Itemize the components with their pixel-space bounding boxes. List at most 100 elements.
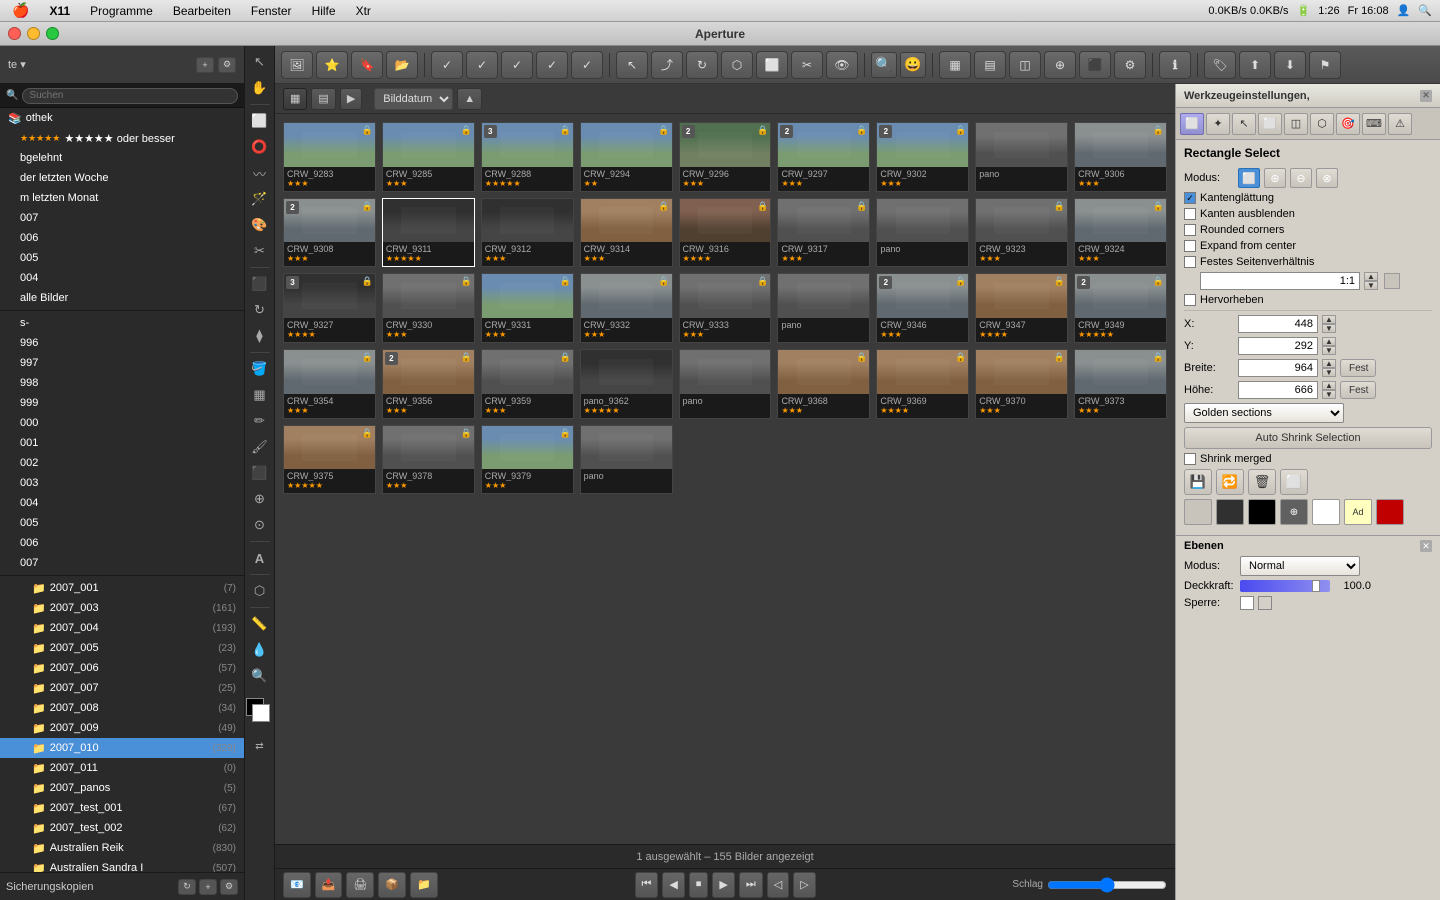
swatch-2[interactable] <box>1216 499 1244 525</box>
tool-path[interactable]: ⬡ <box>248 579 272 603</box>
sort-direction-button[interactable]: ▲ <box>457 88 482 110</box>
sidebar-item-999[interactable]: 999 <box>0 393 244 413</box>
breite-spin-down[interactable]: ▼ <box>1322 368 1336 377</box>
sidebar-item-alle-bilder[interactable]: alle Bilder <box>0 288 244 308</box>
tool-measure[interactable]: 📏 <box>248 612 272 636</box>
x11-menu[interactable]: X11 <box>45 4 74 18</box>
tool-opt-btn-8[interactable]: ⌨ <box>1362 113 1386 135</box>
hoehe-fest-button[interactable]: Fest <box>1340 381 1376 399</box>
tool-eraser[interactable]: ⬛ <box>248 461 272 485</box>
maximize-button[interactable] <box>46 27 59 40</box>
layers-close-button[interactable]: ✕ <box>1420 540 1432 552</box>
shrink-merged-checkbox[interactable] <box>1184 453 1196 465</box>
tool-opt-btn-7[interactable]: 🎯 <box>1336 113 1360 135</box>
layers-mode-select[interactable]: Normal <box>1240 556 1360 576</box>
ap-btn-11[interactable]: ⤴ <box>651 51 683 79</box>
view-grid-button[interactable]: ▦ <box>283 88 307 110</box>
sidebar-item-2007-panos[interactable]: 📁 2007_panos (5) <box>0 778 244 798</box>
photo-cell[interactable]: 2🔒CRW_9296★★★ <box>679 122 772 192</box>
photo-cell[interactable]: 🔒CRW_9317★★★ <box>777 198 870 268</box>
photo-cell[interactable]: pano <box>679 349 772 419</box>
sidebar-item-007[interactable]: 007 <box>0 208 244 228</box>
playback-fwd-button[interactable]: ▶ <box>712 872 734 898</box>
sidebar-item-996[interactable]: 996 <box>0 333 244 353</box>
ratio-extra-btn[interactable] <box>1384 273 1400 289</box>
sidebar-item-2007-003[interactable]: 📁 2007_003 (161) <box>0 598 244 618</box>
tool-heal[interactable]: ⊕ <box>248 487 272 511</box>
photo-cell[interactable]: 🔒CRW_9331★★★ <box>481 273 574 343</box>
schlage-slider[interactable] <box>1047 877 1167 893</box>
sidebar-item-library[interactable]: 📚 othek <box>0 108 244 128</box>
sidebar-item-005b[interactable]: 005 <box>0 513 244 533</box>
ap-btn-compare[interactable]: ◫ <box>1009 51 1041 79</box>
tool-select-scissors[interactable]: ✂ <box>248 239 272 263</box>
photo-cell[interactable]: 🔒CRW_9379★★★ <box>481 425 574 495</box>
ap-btn-8[interactable]: ✓ <box>536 51 568 79</box>
hervorheben-checkbox[interactable] <box>1184 294 1196 306</box>
ap-btn-keyword[interactable]: 🏷 <box>1204 51 1236 79</box>
view-list-button[interactable]: ▤ <box>311 88 335 110</box>
lock-cb-2[interactable] <box>1258 596 1272 610</box>
mode-replace-button[interactable]: ⬜ <box>1238 168 1260 188</box>
swatch-1[interactable] <box>1184 499 1212 525</box>
playback-back-button[interactable]: ◀ <box>662 872 684 898</box>
action-btn-3[interactable]: 🗑 <box>1248 469 1276 495</box>
playback-back2-button[interactable]: ◁ <box>767 872 789 898</box>
programme-menu[interactable]: Programme <box>86 4 157 18</box>
datei-menu[interactable]: Xtr <box>352 4 375 18</box>
tool-clone[interactable]: ⊙ <box>248 513 272 537</box>
bearbeiten-menu[interactable]: Bearbeiten <box>169 4 235 18</box>
photo-cell[interactable]: 🔒CRW_9370★★★ <box>975 349 1068 419</box>
ap-btn-loupe[interactable]: ⊕ <box>1044 51 1076 79</box>
ap-btn-13[interactable]: ⬡ <box>721 51 753 79</box>
tool-bucket[interactable]: 🪣 <box>248 357 272 381</box>
ap-btn-lift[interactable]: ⬆ <box>1239 51 1271 79</box>
tool-opt-btn-2[interactable]: ✦ <box>1206 113 1230 135</box>
photo-cell[interactable]: 🔒CRW_9354★★★ <box>283 349 376 419</box>
breite-spin-up[interactable]: ▲ <box>1322 359 1336 368</box>
tool-hand[interactable]: ✋ <box>248 76 272 100</box>
sidebar-item-2007-008[interactable]: 📁 2007_008 (34) <box>0 698 244 718</box>
photo-cell[interactable]: 2🔒CRW_9297★★★ <box>777 122 870 192</box>
sidebar-item-last-month[interactable]: m letzten Monat <box>0 188 244 208</box>
opacity-handle[interactable] <box>1312 580 1320 592</box>
sort-select[interactable]: Bilddatum <box>374 88 453 110</box>
ap-btn-12[interactable]: ↻ <box>686 51 718 79</box>
tool-pointer[interactable]: ↖ <box>248 50 272 74</box>
ap-btn-1[interactable]: 🖼 <box>281 51 313 79</box>
bottom-btn-5[interactable]: 📁 <box>410 872 438 898</box>
photo-cell[interactable]: 2🔒CRW_9346★★★ <box>876 273 969 343</box>
hoehe-input[interactable] <box>1238 381 1318 399</box>
sidebar-item-5star[interactable]: ★★★★★ ★★★★★ oder besser <box>0 128 244 148</box>
kanten-ausblenden-checkbox[interactable] <box>1184 208 1196 220</box>
tool-rotate[interactable]: ↻ <box>248 298 272 322</box>
tool-brush[interactable]: 🖌 <box>248 435 272 459</box>
sidebar-add-button[interactable]: + <box>196 57 214 73</box>
ap-btn-14[interactable]: ⬜ <box>756 51 788 79</box>
swatch-5[interactable] <box>1312 499 1340 525</box>
photo-cell[interactable]: 🔒CRW_9333★★★ <box>679 273 772 343</box>
photo-cell[interactable]: pano <box>876 198 969 268</box>
sidebar-item-006[interactable]: 006 <box>0 228 244 248</box>
photo-cell[interactable]: 🔒CRW_9316★★★★ <box>679 198 772 268</box>
expand-from-center-checkbox[interactable] <box>1184 240 1196 252</box>
ap-btn-stamp[interactable]: ⬇ <box>1274 51 1306 79</box>
ap-btn-adjust[interactable]: ⚙ <box>1114 51 1146 79</box>
sidebar-item-004b[interactable]: 004 <box>0 493 244 513</box>
x-input[interactable] <box>1238 315 1318 333</box>
ap-btn-6[interactable]: ✓ <box>466 51 498 79</box>
ap-btn-full[interactable]: ⬛ <box>1079 51 1111 79</box>
ap-btn-grid[interactable]: ▦ <box>939 51 971 79</box>
ratio-spin-up[interactable]: ▲ <box>1364 272 1378 281</box>
photo-cell[interactable]: 2🔒CRW_9356★★★ <box>382 349 475 419</box>
tool-opt-btn-5[interactable]: ◫ <box>1284 113 1308 135</box>
breite-fest-button[interactable]: Fest <box>1340 359 1376 377</box>
playback-stop-button[interactable]: ⏹ <box>689 872 709 898</box>
swatch-4[interactable]: ⊕ <box>1280 499 1308 525</box>
tool-perspective[interactable]: ⧫ <box>248 324 272 348</box>
sidebar-item-998[interactable]: 998 <box>0 373 244 393</box>
sidebar-item-001[interactable]: 001 <box>0 433 244 453</box>
sidebar-item-2007-006[interactable]: 📁 2007_006 (57) <box>0 658 244 678</box>
swatch-3[interactable] <box>1248 499 1276 525</box>
tool-select-ellipse[interactable]: ⭕ <box>248 135 272 159</box>
